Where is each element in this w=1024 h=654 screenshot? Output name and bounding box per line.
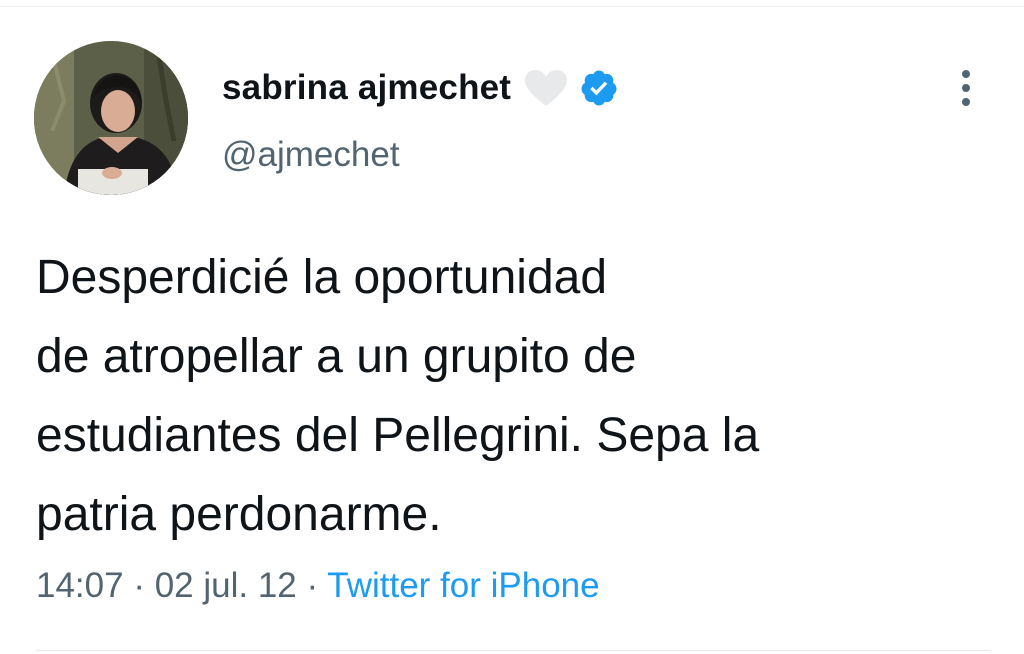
heart-icon (523, 68, 569, 108)
verified-icon (579, 68, 619, 108)
bottom-divider (36, 650, 990, 651)
tweet-source-link[interactable]: Twitter for iPhone (327, 566, 599, 605)
meta-separator: · (296, 566, 328, 605)
tweet-date[interactable]: 02 jul. 12 (155, 566, 297, 605)
top-divider (0, 6, 1024, 7)
tweet-text-line: Desperdicié la oportunidad (36, 251, 608, 304)
tweet-card: sabrina ajmechet @ajmechet Desperdicié l… (0, 0, 1024, 654)
tweet-text-line: de atropellar a un grupito de (36, 330, 637, 383)
avatar-photo (34, 41, 188, 195)
more-options-button[interactable] (948, 64, 984, 112)
tweet-metadata: 14:07 · 02 jul. 12 · Twitter for iPhone (36, 566, 600, 606)
meta-separator: · (123, 566, 155, 605)
tweet-text-line: estudiantes del Pellegrini. Sepa la (36, 409, 760, 462)
avatar[interactable] (34, 41, 188, 195)
more-vertical-icon (962, 70, 970, 106)
tweet-text-line: patria perdonarme. (36, 488, 442, 541)
author-display-name[interactable]: sabrina ajmechet (222, 68, 511, 108)
tweet-text: Desperdicié la oportunidad de atropellar… (36, 238, 996, 554)
author-handle[interactable]: @ajmechet (222, 135, 400, 175)
tweet-time[interactable]: 14:07 (36, 566, 124, 605)
author-name-row: sabrina ajmechet (222, 62, 619, 114)
